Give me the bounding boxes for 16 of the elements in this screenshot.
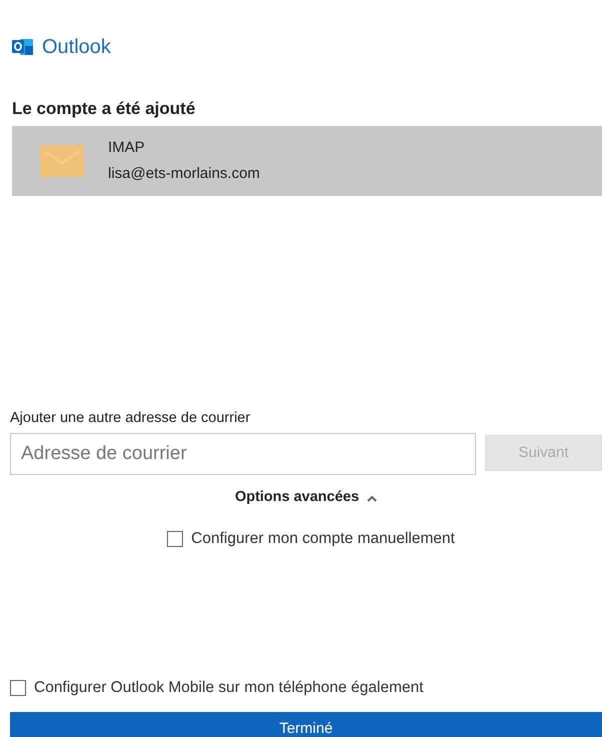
- section-heading: Le compte a été ajouté: [12, 98, 196, 120]
- checkbox-label[interactable]: Configurer Outlook Mobile sur mon téléphone également: [34, 676, 424, 700]
- checkbox[interactable]: [167, 530, 184, 547]
- checkbox[interactable]: [10, 680, 26, 696]
- field-label: Ajouter une autre adresse de courrier: [10, 408, 252, 428]
- account-row[interactable]: IMAP lisa@ets-morlains.com: [12, 126, 602, 196]
- account-type: IMAP: [108, 138, 146, 158]
- advanced-options-toggle[interactable]: Options avancées: [234, 487, 378, 509]
- outlook-logo-icon: [12, 37, 34, 57]
- done-button[interactable]: Terminé: [10, 712, 602, 737]
- email-field[interactable]: Adresse de courrier: [10, 433, 476, 476]
- account-email: lisa@ets-morlains.com: [108, 164, 260, 184]
- caret-icon: [367, 494, 378, 502]
- envelope-icon: [40, 144, 84, 176]
- checkbox-label[interactable]: Configurer mon compte manuellement: [191, 527, 455, 550]
- app-title: Outlook: [42, 35, 111, 60]
